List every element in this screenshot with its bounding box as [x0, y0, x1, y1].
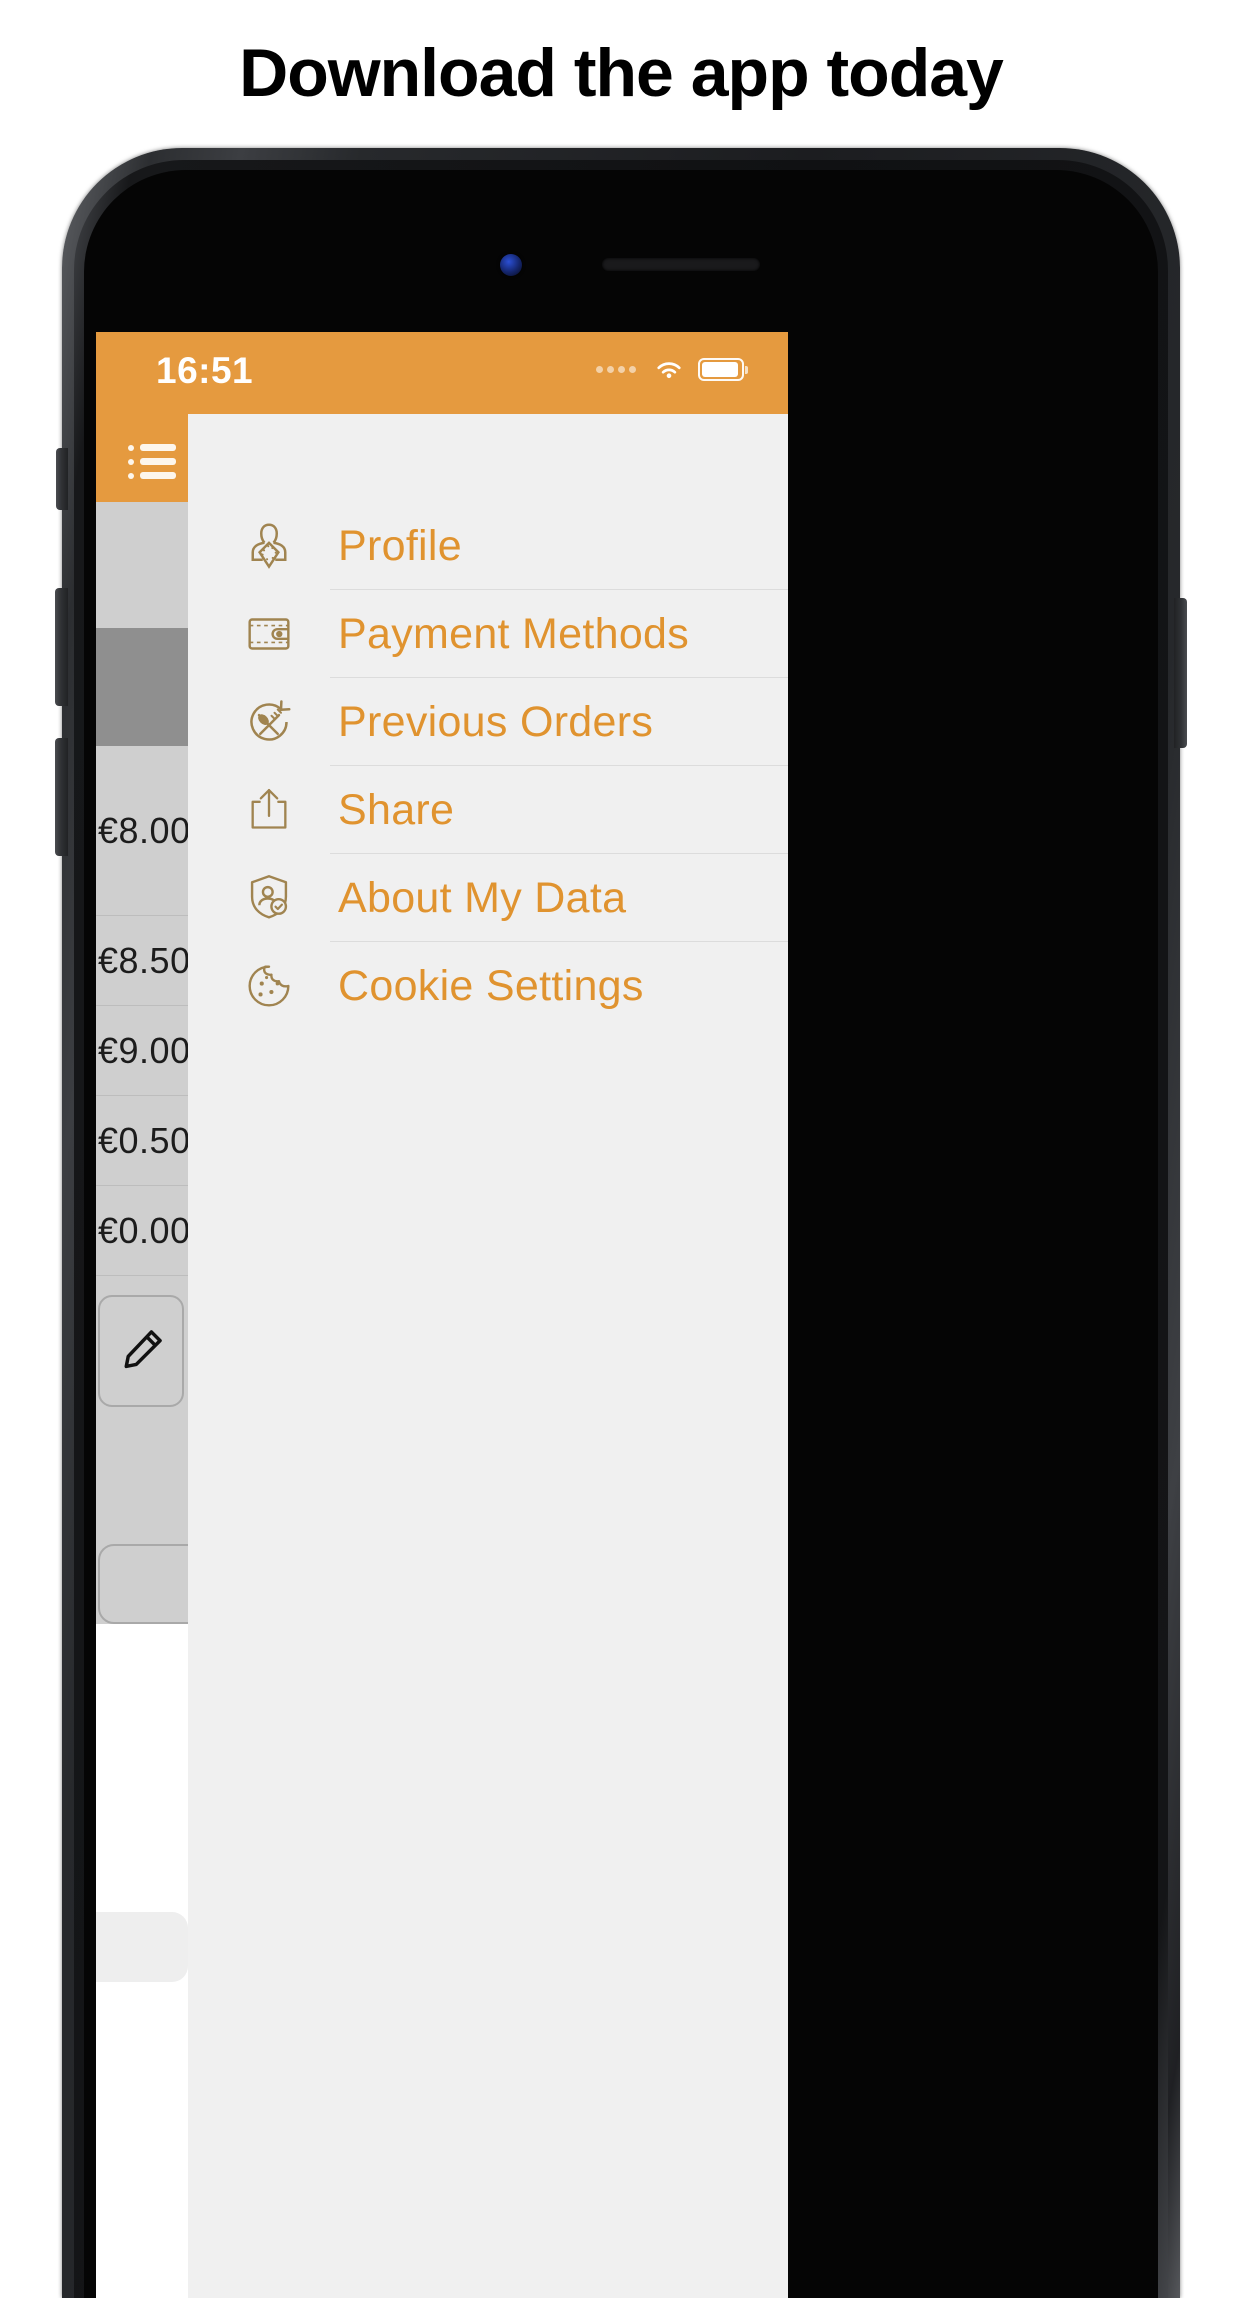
edit-button[interactable] [98, 1295, 184, 1407]
menu-item-share[interactable]: Share [188, 766, 788, 854]
menu-item-label: Profile [338, 521, 462, 570]
wifi-icon [657, 361, 681, 378]
menu-item-label: About My Data [338, 873, 627, 922]
profile-person-napkin-icon [236, 513, 302, 579]
drawer-menu-list: Profile Payment Methods Previous Orders … [188, 502, 788, 1030]
status-time: 16:51 [156, 350, 254, 391]
battery-icon [698, 358, 748, 381]
table-row[interactable] [96, 502, 188, 628]
volume-down-button[interactable] [55, 738, 68, 856]
edit-row[interactable] [96, 1276, 188, 1426]
cutlery-refresh-icon [236, 689, 302, 755]
pencil-icon [124, 1330, 162, 1369]
menu-item-label: Share [338, 785, 455, 834]
share-upload-icon [236, 777, 302, 843]
table-row-selected[interactable] [96, 628, 188, 746]
table-row[interactable]: €8.50 [96, 916, 191, 1006]
table-row[interactable]: €0.00 [96, 1186, 191, 1276]
front-camera-icon [500, 254, 522, 276]
price-value: €8.00 [98, 809, 191, 851]
phone-mockup: €8.00 €8.50 €9.00 €0.50 €0.00 16:51 Prof… [55, 148, 1187, 2298]
menu-item-label: Payment Methods [338, 609, 690, 658]
price-value: €0.00 [98, 1209, 191, 1251]
price-value: €8.50 [98, 939, 191, 981]
status-bar: 16:51 [96, 332, 788, 414]
menu-item-profile[interactable]: Profile [188, 502, 788, 590]
navigation-drawer: Profile Payment Methods Previous Orders … [188, 414, 788, 2298]
hamburger-menu-icon[interactable] [120, 434, 184, 484]
cookie-icon [236, 953, 302, 1019]
signal-dots-icon [596, 366, 636, 373]
price-list-panel: €8.00 €8.50 €9.00 €0.50 €0.00 [96, 502, 208, 1624]
status-indicators [596, 358, 748, 381]
table-row[interactable]: €8.00 [96, 746, 191, 916]
table-row[interactable]: €0.50 [96, 1096, 191, 1186]
table-row[interactable]: €9.00 [96, 1006, 191, 1096]
menu-item-cookie-settings[interactable]: Cookie Settings [188, 942, 788, 1030]
phone-screen: €8.00 €8.50 €9.00 €0.50 €0.00 16:51 Prof… [96, 332, 788, 2298]
earpiece-speaker-icon [602, 258, 760, 271]
menu-item-payment-methods[interactable]: Payment Methods [188, 590, 788, 678]
price-value: €9.00 [98, 1029, 191, 1071]
price-value: €0.50 [98, 1119, 191, 1161]
page-title: Download the app today [239, 35, 1004, 111]
shield-person-check-icon [236, 865, 302, 931]
menu-item-previous-orders[interactable]: Previous Orders [188, 678, 788, 766]
power-button[interactable] [1174, 598, 1187, 748]
menu-item-label: Previous Orders [338, 697, 654, 746]
silent-switch-button[interactable] [56, 448, 68, 510]
drawer-top-spacer [188, 414, 788, 502]
menu-item-label: Cookie Settings [338, 961, 644, 1010]
bottom-ghost-button[interactable] [96, 1912, 188, 1982]
volume-up-button[interactable] [55, 588, 68, 706]
menu-item-about-my-data[interactable]: About My Data [188, 854, 788, 942]
wallet-icon [236, 601, 302, 667]
